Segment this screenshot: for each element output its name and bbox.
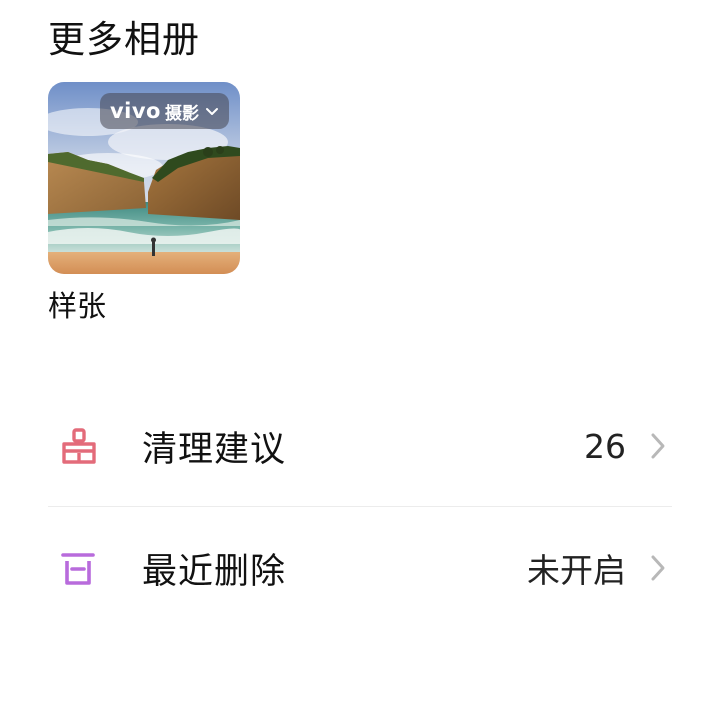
menu-item-recently-deleted[interactable]: 最近删除 未开启 — [48, 520, 672, 616]
chevron-down-icon — [206, 108, 218, 115]
vivo-watermark-badge[interactable]: vivo 摄影 — [99, 93, 229, 129]
section-title: 更多相册 — [48, 18, 200, 61]
broom-icon — [62, 428, 96, 464]
trash-icon — [61, 553, 95, 585]
menu-item-label: 最近删除 — [142, 551, 287, 592]
menu-item-label: 清理建议 — [142, 429, 287, 470]
divider — [48, 506, 672, 507]
album-card-sample[interactable]: vivo 摄影 — [48, 82, 240, 274]
chevron-right-icon — [651, 433, 665, 459]
chevron-right-icon — [651, 555, 665, 581]
watermark-suffix: 摄影 — [165, 103, 199, 124]
recently-deleted-status: 未开启 — [527, 551, 626, 590]
watermark-brand: vivo — [109, 99, 161, 123]
more-albums-page: 更多相册 vivo 摄影 样张 清理建议 26 最近删除 未开启 — [0, 0, 720, 720]
cleanup-count: 26 — [584, 426, 626, 466]
album-label: 样张 — [48, 289, 107, 323]
menu-item-cleanup-suggestions[interactable]: 清理建议 26 — [48, 398, 672, 494]
